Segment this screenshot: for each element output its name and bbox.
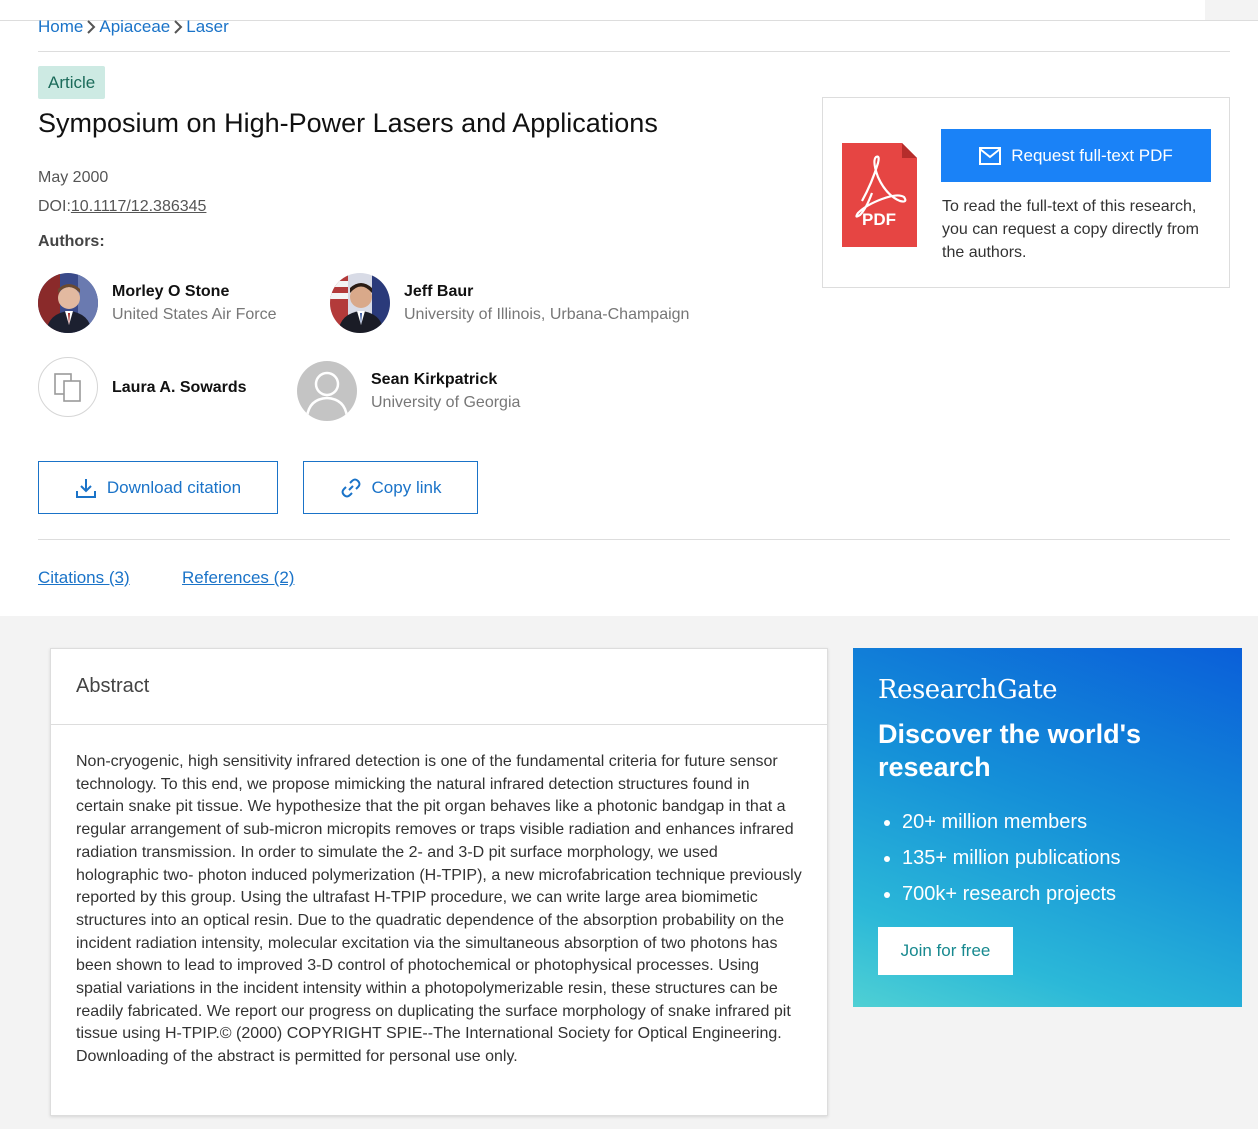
author-affiliation[interactable]: United States Air Force [112, 303, 277, 326]
divider [38, 51, 1230, 52]
divider [38, 539, 1230, 540]
request-note: To read the full-text of this research, … [942, 198, 1200, 261]
abstract-text: Non-cryogenic, high sensitivity infrared… [76, 753, 802, 1066]
researchgate-logo: ResearchGate [878, 675, 1058, 705]
chevron-right-icon [87, 20, 96, 34]
doi-label: DOI: [38, 198, 71, 215]
request-full-text-button[interactable]: Request full-text PDF [941, 129, 1211, 182]
avatar[interactable] [38, 273, 98, 333]
join-for-free-button[interactable]: Join for free [878, 927, 1013, 975]
copy-link-label: Copy link [371, 477, 442, 497]
avatar[interactable] [330, 273, 390, 333]
researchgate-promo: ResearchGate Discover the world's resear… [853, 648, 1242, 1007]
request-full-text-label: Request full-text PDF [1011, 145, 1173, 165]
pdf-icon-label: PDF [862, 210, 896, 229]
author-name[interactable]: Sean Kirkpatrick [371, 368, 520, 391]
tab-references[interactable]: References (2) [182, 568, 294, 588]
abstract-card: Abstract Non-cryogenic, high sensitivity… [50, 648, 828, 1116]
chevron-right-icon [174, 20, 183, 34]
pdf-file-icon: PDF [842, 143, 917, 247]
doi-link[interactable]: 10.1117/12.386345 [71, 198, 207, 215]
breadcrumb-apiaceae[interactable]: Apiaceae [99, 17, 170, 37]
avatar[interactable] [38, 357, 98, 417]
authors-label: Authors: [38, 233, 105, 250]
full-text-request-panel: PDF Request full-text PDF To read the fu… [822, 97, 1230, 288]
author-photo [38, 273, 98, 333]
copy-link-button[interactable]: Copy link [303, 461, 478, 514]
envelope-icon [979, 146, 1002, 165]
person-silhouette-icon [297, 361, 357, 421]
breadcrumb-laser[interactable]: Laser [186, 17, 229, 37]
promo-stats-list: 20+ million members 135+ million publica… [902, 804, 1120, 912]
article-type-badge: Article [38, 66, 106, 99]
list-item: 135+ million publications [902, 840, 1120, 876]
author-morley-stone[interactable]: Morley O Stone United States Air Force [38, 273, 277, 333]
link-icon [341, 478, 361, 497]
publication-date: May 2000 [38, 169, 109, 186]
author-name[interactable]: Laura A. Sowards [112, 376, 247, 399]
download-citation-button[interactable]: Download citation [38, 461, 278, 514]
breadcrumb: Home Apiaceae Laser [38, 17, 229, 37]
author-photo [330, 273, 390, 333]
author-affiliation[interactable]: University of Illinois, Urbana-Champaign [404, 303, 689, 326]
author-sean-kirkpatrick[interactable]: Sean Kirkpatrick University of Georgia [297, 361, 520, 421]
doi: DOI:10.1117/12.386345 [38, 198, 206, 216]
list-item: 700k+ research projects [902, 876, 1120, 912]
author-affiliation[interactable]: University of Georgia [371, 391, 520, 414]
documents-icon [54, 373, 81, 402]
breadcrumb-home[interactable]: Home [38, 17, 83, 37]
abstract-heading: Abstract [51, 649, 827, 725]
promo-headline: Discover the world's research [878, 719, 1141, 782]
author-name[interactable]: Jeff Baur [404, 280, 689, 303]
page-title: Symposium on High-Power Lasers and Appli… [38, 108, 658, 138]
list-item: 20+ million members [902, 804, 1120, 840]
author-name[interactable]: Morley O Stone [112, 280, 277, 303]
author-jeff-baur[interactable]: Jeff Baur University of Illinois, Urbana… [330, 273, 689, 333]
author-laura-sowards[interactable]: Laura A. Sowards [38, 357, 247, 417]
download-citation-label: Download citation [106, 477, 242, 497]
avatar[interactable] [297, 361, 357, 421]
tab-citations[interactable]: Citations (3) [38, 568, 130, 588]
download-icon [75, 478, 96, 498]
